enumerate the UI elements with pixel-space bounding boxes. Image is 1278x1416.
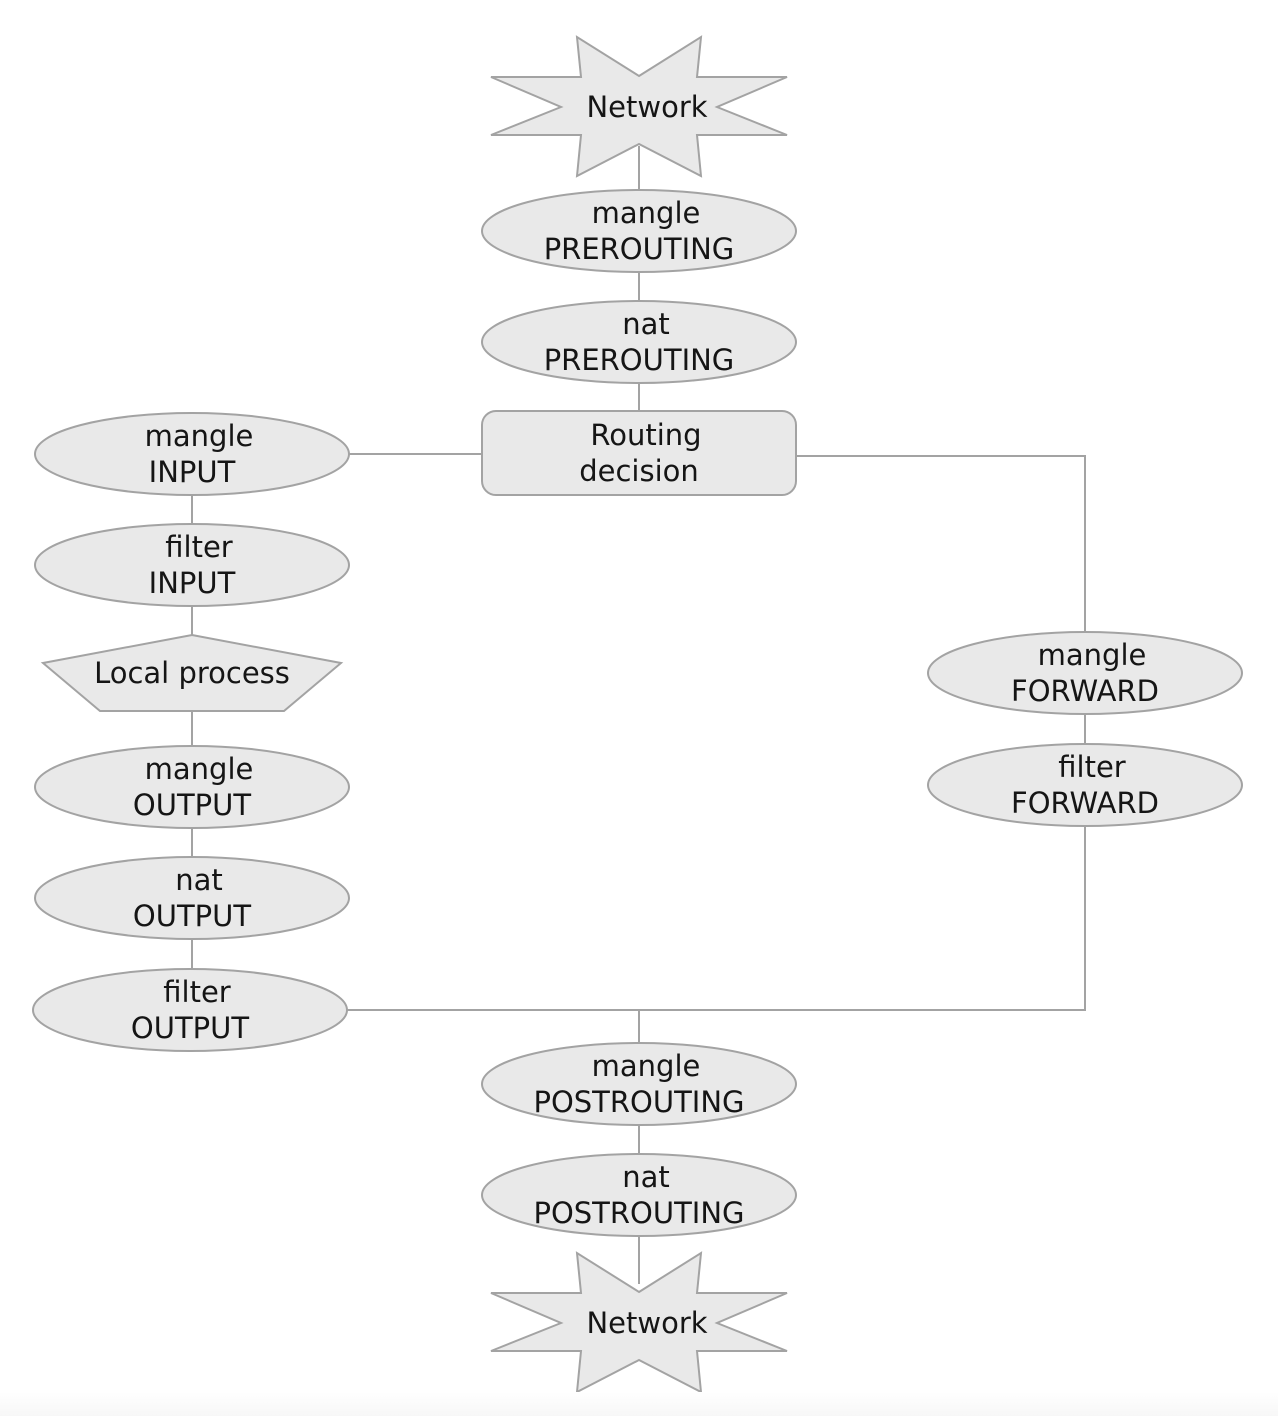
filter-output-label-line-2: OUTPUT <box>131 1011 249 1045</box>
filter-forward-label-line-1: filter <box>1058 750 1126 784</box>
mangle-output-label-line-2: OUTPUT <box>133 788 251 822</box>
node-mangle-postrouting: manglePOSTROUTING <box>481 1042 797 1126</box>
mangle-input-label-line-1: mangle <box>145 419 254 453</box>
mangle-forward-label-line-1: mangle <box>1038 638 1147 672</box>
routing-decision-label-line-2: decision <box>579 454 699 488</box>
network-in-label-line-1: Network <box>586 90 707 124</box>
nat-output-label-line-2: OUTPUT <box>133 899 251 933</box>
mangle-prerouting-label-line-1: mangle <box>592 196 701 230</box>
mangle-prerouting-label-line-2: PREROUTING <box>544 232 735 266</box>
mangle-postrouting-label-line-1: mangle <box>592 1049 701 1083</box>
node-mangle-prerouting: manglePREROUTING <box>481 189 797 273</box>
nat-postrouting-label-line-1: nat <box>622 1160 670 1194</box>
mangle-postrouting-label-line-2: POSTROUTING <box>533 1085 744 1119</box>
node-nat-output: natOUTPUT <box>34 856 350 940</box>
node-mangle-input: mangleINPUT <box>34 412 350 496</box>
node-local-process: Local process <box>40 633 344 712</box>
network-out-label-line-1: Network <box>586 1306 707 1340</box>
node-mangle-output: mangleOUTPUT <box>34 745 350 829</box>
filter-input-label-line-2: INPUT <box>149 566 236 600</box>
packet-flow-diagram: NetworkmanglePREROUTINGnatPREROUTINGRout… <box>32 35 1243 1394</box>
nat-output-label-line-1: nat <box>175 863 223 897</box>
node-nat-postrouting: natPOSTROUTING <box>481 1153 797 1237</box>
edge-routing-decision-to-mangle-forward <box>796 455 1086 632</box>
mangle-output-label-line-1: mangle <box>145 752 254 786</box>
node-mangle-forward: mangleFORWARD <box>927 631 1243 715</box>
nodes-layer: NetworkmanglePREROUTINGnatPREROUTINGRout… <box>32 35 1243 1394</box>
bottom-fade <box>0 1392 1278 1416</box>
local-process-label-line-1: Local process <box>94 656 290 690</box>
node-filter-input: filterINPUT <box>34 523 350 607</box>
nat-prerouting-label-line-1: nat <box>622 307 670 341</box>
node-filter-output: filterOUTPUT <box>32 968 348 1052</box>
filter-input-label-line-1: filter <box>165 530 233 564</box>
nat-prerouting-label-line-2: PREROUTING <box>544 343 735 377</box>
edge-filter-output-to-mangle-postrouting <box>347 1009 640 1043</box>
mangle-input-label-line-2: INPUT <box>149 455 236 489</box>
routing-decision-label-line-1: Routing <box>590 418 701 452</box>
node-nat-prerouting: natPREROUTING <box>481 300 797 384</box>
mangle-forward-label-line-2: FORWARD <box>1011 674 1159 708</box>
filter-forward-label-line-2: FORWARD <box>1011 786 1159 820</box>
filter-output-label-line-1: filter <box>163 975 231 1009</box>
nat-postrouting-label-line-2: POSTROUTING <box>533 1196 744 1230</box>
node-routing-decision: Routingdecision <box>481 410 797 496</box>
edge-filter-forward-to-mangle-postrouting <box>639 826 1086 1011</box>
node-filter-forward: filterFORWARD <box>927 743 1243 827</box>
